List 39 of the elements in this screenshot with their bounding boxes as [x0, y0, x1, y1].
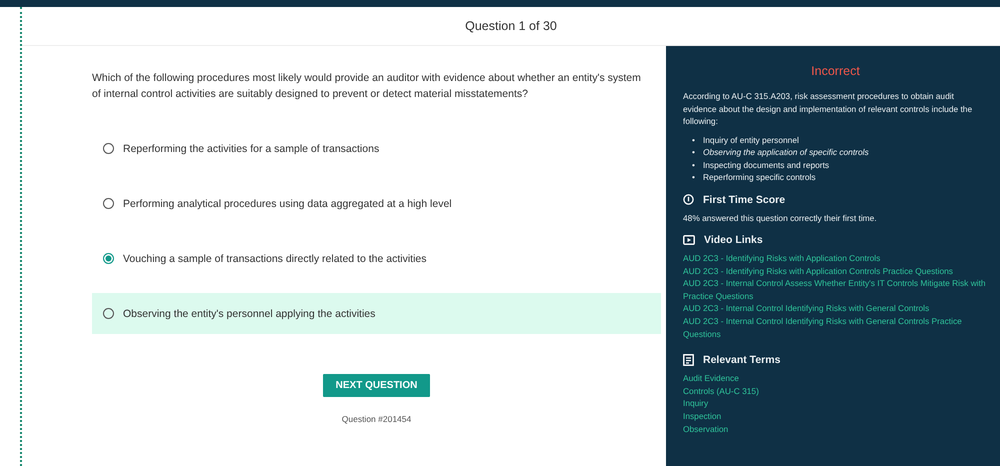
document-icon: [683, 354, 694, 366]
video-link[interactable]: AUD 2C3 - Identifying Risks with Application Controls: [683, 252, 988, 265]
score-text: 48% answered this question correctly their first time.: [683, 212, 878, 224]
term-link[interactable]: Inspection: [683, 410, 988, 423]
video-link[interactable]: AUD 2C3 - Identifying Risks with Application Controls Practice Questions: [683, 264, 988, 278]
question-text: Which of the following procedures most likely would provide an auditor with evidence about whether an entity's system of internal control activities are suitably designed to prevent or detect material misstatements?: [92, 71, 642, 102]
info-icon: [683, 194, 694, 205]
section-heading: Video Links: [704, 234, 763, 246]
next-question-button[interactable]: NEXT QUESTION: [322, 374, 430, 397]
question-counter: Question 1 of 30: [465, 19, 557, 33]
radio-button[interactable]: [103, 198, 114, 209]
video-icon: [683, 235, 695, 245]
video-link[interactable]: AUD 2C3 - Internal Control Assess Whether Entity's IT Controls Mitigate Risk with Practice Questions: [683, 277, 988, 302]
radio-button[interactable]: [103, 308, 114, 319]
video-link[interactable]: AUD 2C3 - Internal Control Identifying Risks with General Controls: [683, 302, 988, 315]
answer-option[interactable]: Vouching a sample of transactions directly related to the activities: [92, 238, 661, 279]
section-heading: Relevant Terms: [703, 354, 780, 366]
bullet-item: Reperforming specific controls: [702, 171, 816, 184]
bullet-item: Inspecting documents and reports: [702, 158, 830, 171]
answer-option[interactable]: Reperforming the activities for a sample of transactions: [92, 128, 661, 169]
bullet-marker: •: [692, 134, 695, 146]
radio-button[interactable]: [103, 253, 114, 264]
video-link[interactable]: AUD 2C3 - Internal Control Identifying Risks with General Controls Practice Questions: [683, 314, 988, 340]
question-number: Question #201454: [342, 414, 412, 424]
term-link[interactable]: Audit Evidence: [683, 372, 988, 385]
answer-option[interactable]: Performing analytical procedures using data aggregated at a high level: [92, 183, 661, 224]
bullet-marker: •: [692, 171, 695, 184]
bullet-item: Observing the application of specific controls: [702, 146, 869, 158]
term-link[interactable]: Controls (AU-C 315): [683, 384, 988, 398]
term-link[interactable]: Inquiry: [683, 397, 988, 410]
bullet-item: Inquiry of entity personnel: [702, 134, 799, 146]
radio-button[interactable]: [103, 143, 114, 154]
section-heading: First Time Score: [703, 194, 786, 206]
bullet-marker: •: [692, 158, 695, 171]
answer-option[interactable]: Observing the entity's personnel applying the activities: [92, 293, 661, 334]
term-link[interactable]: Observation: [683, 422, 988, 436]
result-heading: Incorrect: [810, 64, 861, 78]
bullet-marker: •: [692, 146, 695, 158]
explanation-text: According to AU-C 315.A203, risk assessment procedures to obtain audit evidence about the design and implementation of relevant controls include the following:: [683, 90, 974, 128]
